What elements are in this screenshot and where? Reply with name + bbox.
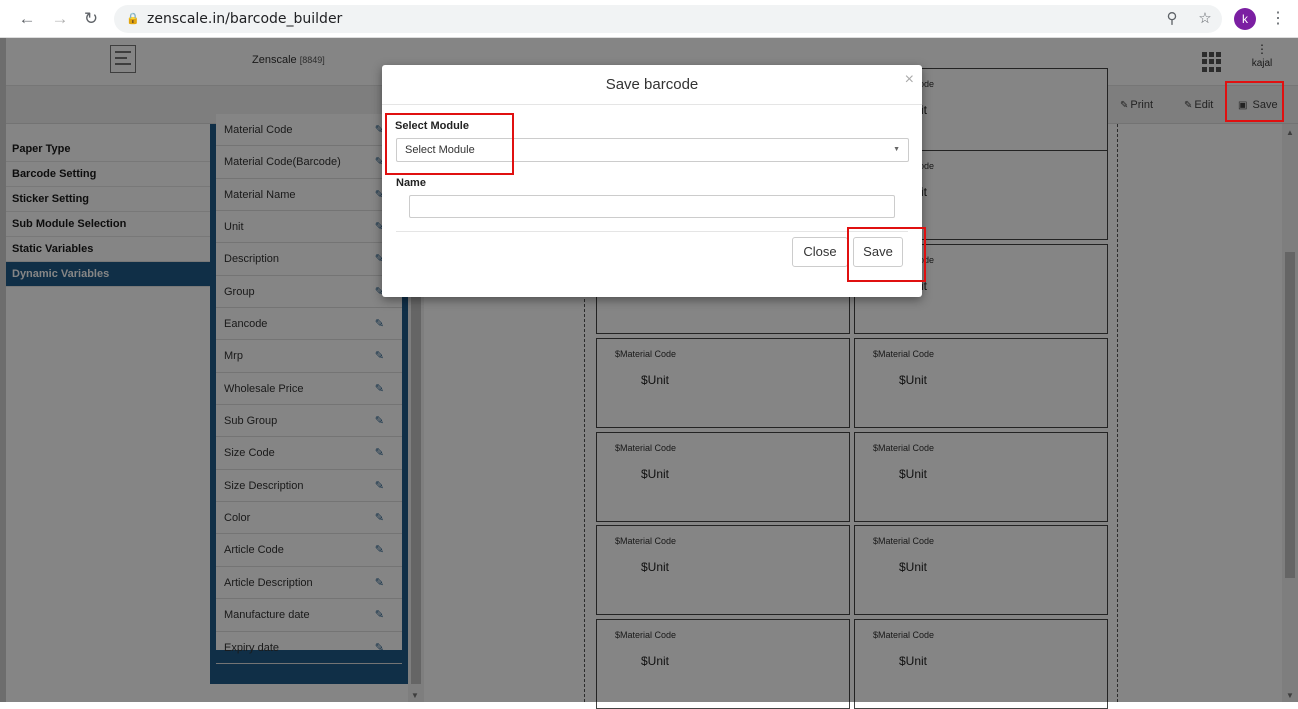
highlight-save-button (847, 227, 926, 282)
lock-icon: 🔒 (126, 13, 140, 25)
name-field-label: Name (396, 177, 426, 189)
zoom-icon[interactable]: ⚲ (1163, 10, 1181, 28)
modal-divider (396, 231, 908, 232)
forward-icon[interactable]: → (50, 9, 70, 29)
profile-avatar[interactable]: k (1234, 8, 1256, 30)
back-icon[interactable]: ← (17, 9, 37, 29)
reload-icon[interactable]: ↻ (81, 9, 101, 29)
highlight-select-module (385, 113, 514, 175)
modal-title: Save barcode (605, 76, 699, 93)
address-bar[interactable]: 🔒 zenscale.in/barcode_builder ⚲ ☆ (114, 5, 1222, 33)
chevron-down-icon: ▼ (893, 146, 900, 153)
url-text: zenscale.in/barcode_builder (147, 11, 343, 27)
close-icon[interactable]: × (905, 71, 914, 89)
close-button[interactable]: Close (792, 237, 848, 267)
modal-header: Save barcode × (382, 65, 922, 105)
browser-toolbar: ← → ↻ 🔒 zenscale.in/barcode_builder ⚲ ☆ … (0, 0, 1298, 38)
browser-menu-icon[interactable]: ⋮ (1270, 9, 1286, 29)
star-icon[interactable]: ☆ (1196, 10, 1214, 28)
save-barcode-modal: Save barcode × Select Module Select Modu… (382, 65, 922, 297)
name-input[interactable] (409, 195, 895, 218)
highlight-toolbar-save (1225, 81, 1284, 122)
